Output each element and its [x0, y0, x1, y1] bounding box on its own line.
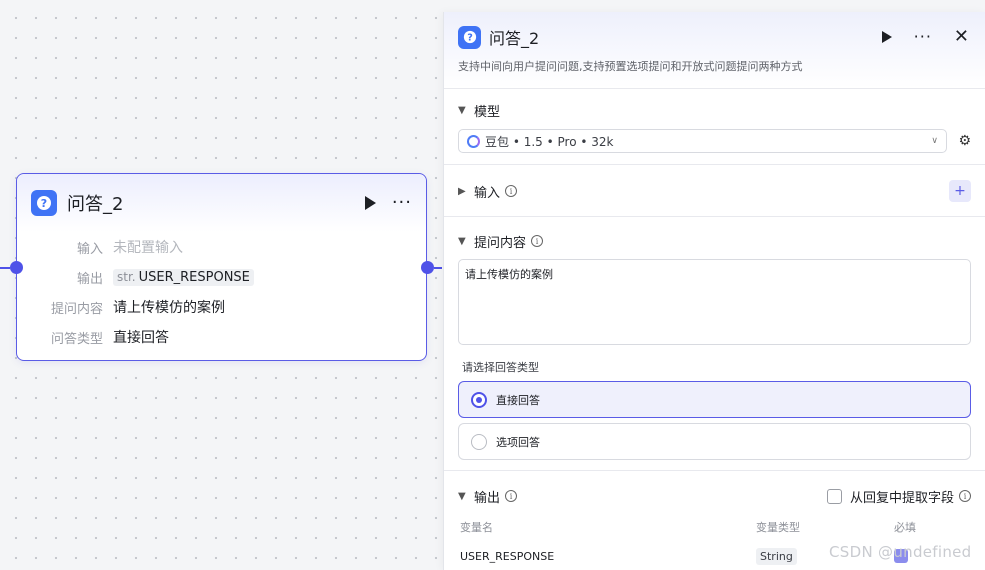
question-section: ▼ 提问内容 i 请上传模仿的案例 请选择回答类型 直接回答 选项回答: [444, 217, 985, 471]
panel-title[interactable]: 问答_2: [489, 25, 539, 49]
output-var-tag: str. USER_RESPONSE: [113, 268, 254, 286]
row-value: 未配置输入: [113, 240, 183, 256]
info-icon[interactable]: i: [505, 185, 518, 197]
qa-node-card[interactable]: ? 问答_2 ··· 输入 未配置输入 输出 str. USER_RESPONSE…: [10, 173, 434, 361]
gear-icon[interactable]: ⚙: [947, 133, 971, 149]
row-label: 问答类型: [50, 331, 103, 347]
checkbox[interactable]: [826, 488, 842, 504]
model-section: ▼ 模型 豆包 • 1.5 • Pro • 32k ∨ ⚙: [444, 89, 985, 165]
edge-right: [434, 267, 442, 269]
column-header: 必填: [894, 521, 916, 534]
node-row-answer-type: 问答类型 直接回答: [17, 322, 426, 352]
panel-header: ? 问答_2 ··· ✕ 支持中间向用户提问问题,支持预置选项提问和开放式问题提…: [444, 12, 985, 89]
run-icon[interactable]: [364, 196, 376, 210]
question-content-input[interactable]: 请上传模仿的案例: [458, 259, 971, 345]
node-settings-panel: ? 问答_2 ··· ✕ 支持中间向用户提问问题,支持预置选项提问和开放式问题提…: [443, 12, 985, 570]
watermark: CSDN @undefined: [829, 543, 972, 561]
model-select[interactable]: 豆包 • 1.5 • Pro • 32k ∨: [458, 129, 947, 153]
output-section-header[interactable]: ▼ 输出 i 从回复中提取字段 i: [458, 485, 971, 507]
input-section-header[interactable]: ▶ 输入 i +: [458, 180, 971, 202]
question-section-header[interactable]: ▼ 提问内容 i: [458, 230, 971, 252]
answer-type-label: 请选择回答类型: [462, 361, 539, 374]
panel-description: 支持中间向用户提问问题,支持预置选项提问和开放式问题提问两种方式: [458, 60, 803, 73]
chevron-right-icon: ▶: [458, 185, 466, 197]
option-label: 直接回答: [496, 393, 540, 407]
add-input-button[interactable]: +: [949, 180, 971, 202]
info-icon[interactable]: i: [531, 235, 544, 247]
extract-label: 从回复中提取字段: [849, 490, 954, 506]
node-row-output: 输出 str. USER_RESPONSE: [17, 262, 426, 292]
chevron-down-icon: ∨: [931, 136, 938, 146]
input-port[interactable]: [10, 261, 23, 274]
extract-fields-toggle[interactable]: 从回复中提取字段 i: [826, 487, 971, 506]
node-row-question: 提问内容 请上传模仿的案例: [17, 292, 426, 322]
var-type-tag: String: [756, 547, 797, 565]
node-header: ? 问答_2 ···: [17, 174, 426, 232]
row-value: 请上传模仿的案例: [113, 300, 225, 316]
edge-left: [0, 267, 10, 269]
question-icon: ?: [31, 190, 57, 216]
option-label: 选项回答: [496, 435, 540, 449]
model-section-header[interactable]: ▼ 模型: [458, 99, 971, 121]
radio-checked-icon: [471, 391, 487, 408]
chevron-down-icon: ▼: [458, 104, 466, 116]
var-name: USER_RESPONSE: [138, 269, 250, 285]
model-value: 豆包 • 1.5 • Pro • 32k: [485, 134, 614, 149]
section-label: 模型: [474, 104, 501, 120]
info-icon[interactable]: i: [505, 490, 518, 502]
row-label: 输出: [76, 271, 103, 287]
doubao-logo-icon: [467, 134, 480, 148]
svg-text:?: ?: [41, 197, 47, 210]
run-icon[interactable]: [881, 31, 892, 43]
row-label: 提问内容: [50, 301, 103, 317]
node-title: 问答_2: [67, 194, 124, 215]
section-label: 输入: [474, 185, 501, 201]
more-icon[interactable]: ···: [392, 194, 412, 212]
column-header: 变量类型: [756, 521, 800, 534]
info-icon[interactable]: i: [959, 490, 971, 502]
var-name: USER_RESPONSE: [460, 549, 555, 563]
row-label: 输入: [76, 241, 103, 257]
option-direct-answer[interactable]: 直接回答: [458, 381, 971, 418]
output-table-header: 变量名 变量类型 必填: [458, 519, 971, 535]
output-port[interactable]: [421, 261, 434, 274]
column-header: 变量名: [460, 521, 493, 534]
svg-text:?: ?: [467, 33, 473, 44]
input-section: ▶ 输入 i +: [444, 165, 985, 217]
option-choice-answer[interactable]: 选项回答: [458, 423, 971, 460]
row-value: 直接回答: [113, 330, 169, 346]
chevron-down-icon: ▼: [458, 235, 466, 247]
close-icon[interactable]: ✕: [954, 28, 969, 46]
radio-unchecked-icon: [471, 433, 487, 450]
node-row-input: 输入 未配置输入: [17, 232, 426, 262]
more-icon[interactable]: ···: [914, 29, 932, 45]
var-type: str.: [117, 269, 136, 284]
question-icon: ?: [458, 25, 481, 49]
chevron-down-icon: ▼: [458, 490, 466, 502]
section-label: 输出: [474, 490, 501, 506]
section-label: 提问内容: [474, 235, 527, 251]
